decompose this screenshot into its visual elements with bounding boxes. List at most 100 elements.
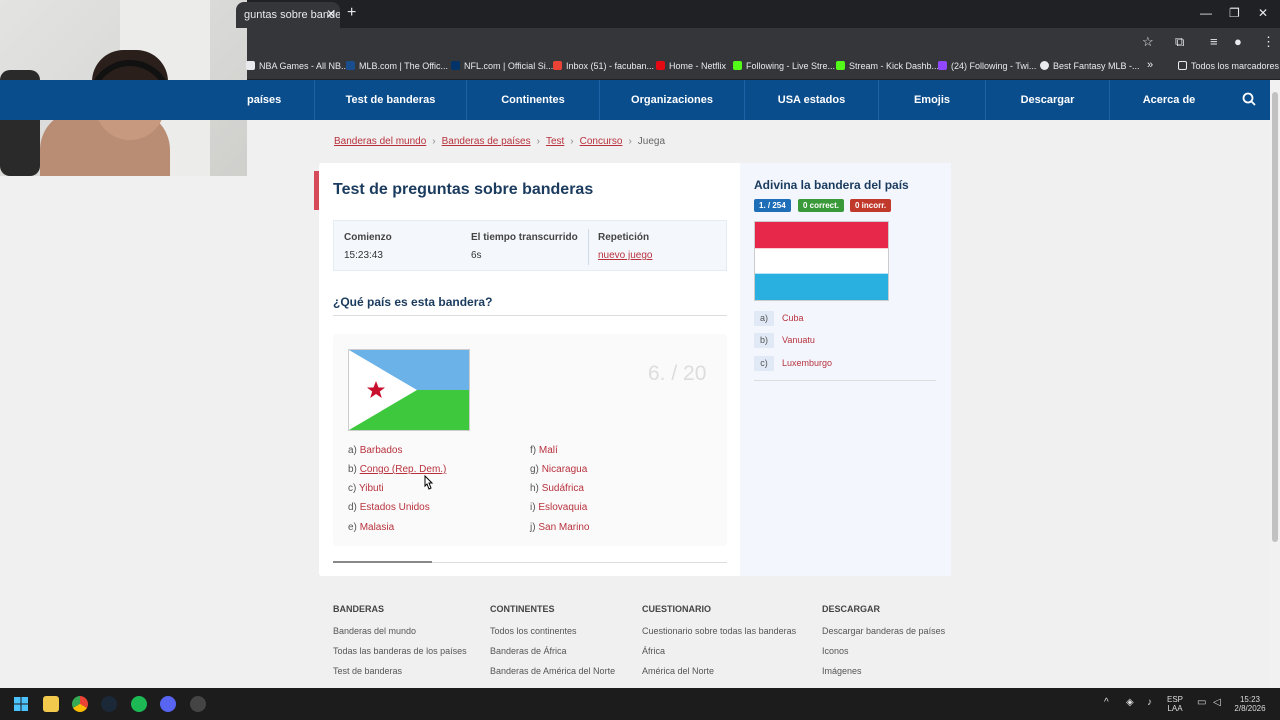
bookmark-item[interactable]: Stream - Kick Dashb... <box>836 61 939 71</box>
language-indicator[interactable]: ESP LAA <box>1167 695 1183 713</box>
bookmark-item[interactable]: NFL.com | Official Si... <box>451 61 553 71</box>
nav-item-acerca-de[interactable]: Acerca de <box>1109 80 1228 120</box>
option-letter: f) <box>530 445 537 456</box>
maximize-button[interactable]: ❐ <box>1229 6 1240 20</box>
footer-link[interactable]: Todos los continentes <box>490 626 615 646</box>
side-option-text[interactable]: Vanuatu <box>782 335 815 345</box>
nav-item-descargar[interactable]: Descargar <box>985 80 1109 120</box>
option-text[interactable]: Eslovaquia <box>538 502 587 513</box>
new-game-link[interactable]: nuevo juego <box>598 250 653 261</box>
bookmark-item[interactable]: Best Fantasy MLB -... <box>1040 61 1140 71</box>
display-icon[interactable]: ▭ <box>1197 698 1206 708</box>
footer-link[interactable]: Banderas del mundo <box>333 626 467 646</box>
nav-item-continentes[interactable]: Continentes <box>466 80 599 120</box>
bookmarks-overflow-button[interactable]: » <box>1147 59 1153 71</box>
side-option-letter: b) <box>754 333 774 348</box>
network-icon[interactable]: ◈ <box>1126 698 1134 708</box>
breadcrumb-link[interactable]: Banderas de países <box>442 136 531 147</box>
answer-option[interactable]: g) Nicaragua <box>530 464 587 475</box>
footer-link[interactable]: América del Norte <box>642 666 796 686</box>
nav-item-paises[interactable]: países <box>247 80 314 120</box>
folder-icon <box>1178 61 1187 70</box>
discord-icon[interactable] <box>160 696 176 712</box>
bookmark-item[interactable]: Following - Live Stre... <box>733 61 835 71</box>
footer-link[interactable]: África <box>642 646 796 666</box>
side-answer-option[interactable]: a) Cuba <box>754 311 804 326</box>
option-text[interactable]: Barbados <box>360 445 403 456</box>
title-accent-bar <box>314 171 319 210</box>
answer-option[interactable]: i) Eslovaquia <box>530 502 587 513</box>
option-text[interactable]: Malí <box>539 445 558 456</box>
new-tab-button[interactable]: + <box>347 4 356 22</box>
browser-tab-bar: guntas sobre bande ✕ + — ❐ ✕ <box>236 0 1280 28</box>
footer-link[interactable]: Iconos <box>822 646 945 666</box>
bookmark-item[interactable]: NBA Games - All NB... <box>246 61 349 71</box>
breadcrumb-link[interactable]: Banderas del mundo <box>334 136 426 147</box>
file-explorer-icon[interactable] <box>43 696 59 712</box>
spotify-icon[interactable] <box>131 696 147 712</box>
nav-item-organizaciones[interactable]: Organizaciones <box>599 80 744 120</box>
option-text[interactable]: Congo (Rep. Dem.) <box>360 464 447 475</box>
minimize-button[interactable]: — <box>1200 6 1212 20</box>
bookmark-star-icon[interactable]: ☆ <box>1142 34 1154 50</box>
option-text[interactable]: Nicaragua <box>542 464 588 475</box>
answer-option[interactable]: f) Malí <box>530 445 558 456</box>
bookmark-item[interactable]: (24) Following - Twi... <box>938 61 1036 71</box>
browser-tab[interactable]: guntas sobre bande ✕ <box>236 2 340 28</box>
bookmark-item[interactable]: Home - Netflix <box>656 61 726 71</box>
footer-link[interactable]: Descargar banderas de países <box>822 626 945 646</box>
option-text[interactable]: Estados Unidos <box>360 502 430 513</box>
side-option-text[interactable]: Luxemburgo <box>782 358 832 368</box>
footer-link[interactable]: Test de banderas <box>333 666 467 686</box>
clock[interactable]: 15:23 2/8/2026 <box>1232 695 1268 713</box>
option-text[interactable]: San Marino <box>538 522 589 533</box>
footer-heading: CONTINENTES <box>490 604 555 614</box>
side-answer-option[interactable]: c) Luxemburgo <box>754 356 832 371</box>
answer-option[interactable]: e) Malasia <box>348 522 394 533</box>
nav-item-test-banderas[interactable]: Test de banderas <box>314 80 466 120</box>
footer-link[interactable]: Cuestionario sobre todas las banderas <box>642 626 796 646</box>
tab-close-icon[interactable]: ✕ <box>326 7 336 21</box>
microphone-icon[interactable]: ♪ <box>1147 698 1152 708</box>
footer-link[interactable]: Banderas de América del Norte <box>490 666 615 686</box>
breadcrumb-link[interactable]: Concurso <box>580 136 623 147</box>
breadcrumb-link[interactable]: Test <box>546 136 564 147</box>
answer-option[interactable]: c) Yibuti <box>348 483 384 494</box>
footer-link[interactable]: Banderas de África <box>490 646 615 666</box>
bookmark-item[interactable]: MLB.com | The Offic... <box>346 61 448 71</box>
app-icon[interactable] <box>190 696 206 712</box>
answer-option[interactable]: h) Sudáfrica <box>530 483 584 494</box>
repeat-label: Repetición <box>598 232 650 243</box>
answer-option[interactable]: j) San Marino <box>530 522 589 533</box>
steam-icon[interactable] <box>101 696 117 712</box>
side-option-text[interactable]: Cuba <box>782 313 804 323</box>
answer-option[interactable]: d) Estados Unidos <box>348 502 430 513</box>
scrollbar-thumb[interactable] <box>1272 92 1278 542</box>
footer-link[interactable]: Todas las banderas de los países <box>333 646 467 666</box>
side-answer-option[interactable]: b) Vanuatu <box>754 333 815 348</box>
search-icon[interactable] <box>1242 92 1256 106</box>
tray-overflow-icon[interactable]: ^ <box>1104 698 1109 708</box>
windows-start-icon[interactable] <box>13 696 29 712</box>
answer-option[interactable]: a) Barbados <box>348 445 403 456</box>
option-text[interactable]: Sudáfrica <box>542 483 584 494</box>
nav-item-emojis[interactable]: Emojis <box>878 80 985 120</box>
side-option-letter: c) <box>754 356 774 371</box>
nav-item-usa-estados[interactable]: USA estados <box>744 80 878 120</box>
answer-option[interactable]: b) Congo (Rep. Dem.) <box>348 464 446 475</box>
option-text[interactable]: Malasia <box>360 522 394 533</box>
media-control-icon[interactable]: ≡ <box>1210 34 1218 49</box>
bookmark-item[interactable]: Inbox (51) - facuban... <box>553 61 654 71</box>
footer-column-descargar: DESCARGAR Descargar banderas de países I… <box>822 604 945 686</box>
footer-link[interactable]: Imágenes <box>822 666 945 686</box>
extensions-icon[interactable]: ⧉ <box>1175 34 1184 50</box>
menu-icon[interactable]: ⋮ <box>1262 34 1275 50</box>
option-text[interactable]: Yibuti <box>359 483 384 494</box>
volume-icon[interactable]: ◁ <box>1213 698 1221 708</box>
all-bookmarks-folder[interactable]: Todos los marcadores <box>1178 61 1279 71</box>
option-letter: g) <box>530 464 539 475</box>
profile-avatar-icon[interactable]: ● <box>1234 34 1242 49</box>
close-window-button[interactable]: ✕ <box>1258 6 1268 20</box>
chrome-icon[interactable] <box>72 696 88 712</box>
side-divider <box>754 380 936 381</box>
